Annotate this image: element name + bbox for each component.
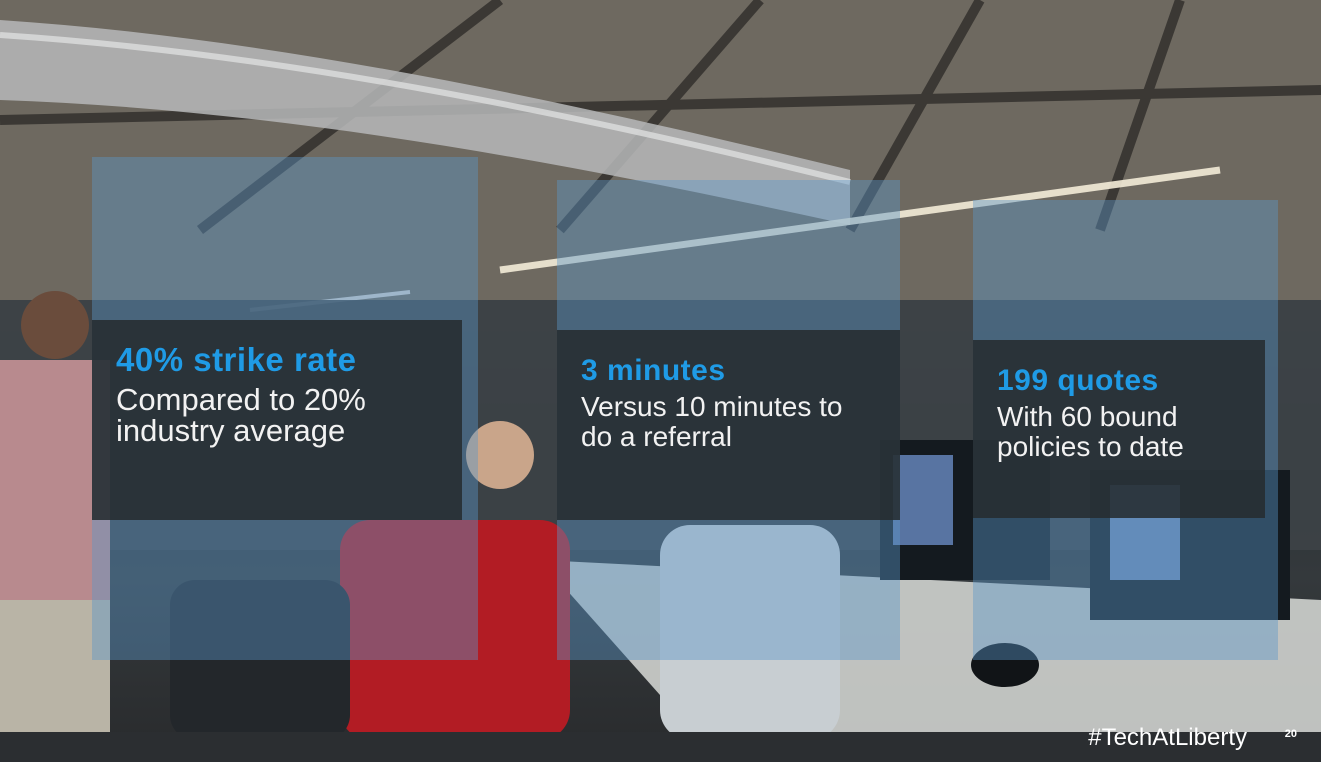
stat-headline: 40% strike rate (116, 341, 357, 378)
presentation-slide: 40% strike rate Compared to 20% industry… (0, 0, 1321, 762)
stat-panel-1: 40% strike rate Compared to 20% industry… (92, 320, 462, 520)
stat-description: With 60 bound policies to date (997, 401, 1184, 462)
page-number: 20 (1284, 728, 1297, 740)
stat-description: Compared to 20% industry average (116, 382, 366, 448)
stat-description: Versus 10 minutes to do a referral (581, 391, 843, 452)
stat-headline: 199 quotes (997, 364, 1159, 397)
stat-panel-3: 199 quotes With 60 bound policies to dat… (973, 340, 1265, 518)
stat-panel-2: 3 minutes Versus 10 minutes to do a refe… (557, 330, 900, 520)
stat-headline: 3 minutes (581, 354, 726, 387)
hashtag-label: #TechAtLiberty (1088, 724, 1247, 751)
